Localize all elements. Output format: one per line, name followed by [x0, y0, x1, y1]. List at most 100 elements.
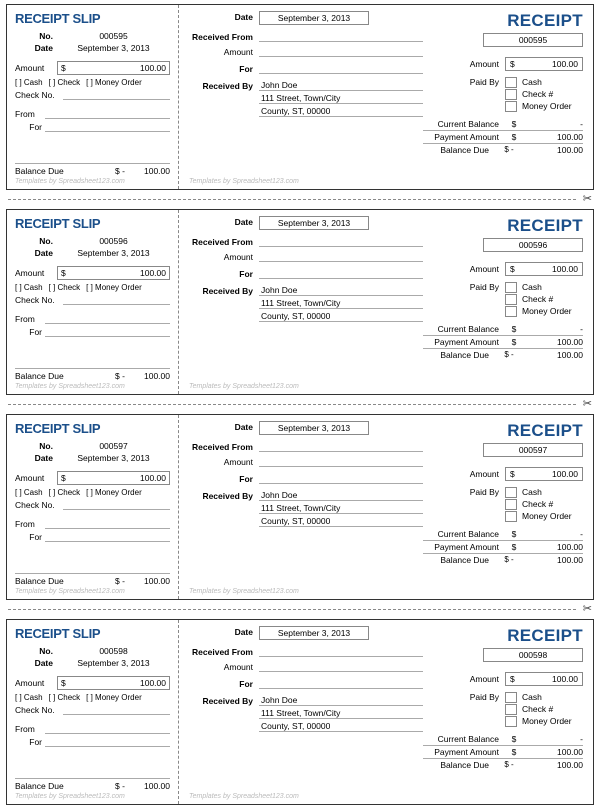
slip-balance-label: Balance Due — [15, 576, 64, 586]
main-recby-label: Received By — [189, 285, 259, 296]
cur-sym: $ — [510, 59, 520, 69]
main-no-value: 000595 — [483, 33, 583, 47]
slip-date-label: Date — [15, 658, 57, 668]
slip-no-label: No. — [15, 236, 57, 246]
slip-title: RECEIPT SLIP — [15, 626, 170, 641]
slip-date-value: September 3, 2013 — [57, 43, 170, 53]
slip-footer: Templates by Spreadsheet123.com — [15, 588, 170, 595]
main-footer: Templates by Spreadsheet123.com — [189, 383, 583, 390]
baldue-value: 100.00 — [523, 145, 583, 155]
paidby-mo-label: Money Order — [522, 511, 583, 522]
payment-amount-row: Payment Amount $ 100.00 — [423, 130, 583, 143]
cur-sym: $ — [510, 264, 520, 274]
main-for-field — [259, 473, 423, 484]
curbal-label: Current Balance — [423, 529, 505, 539]
slip-amount-label: Amount — [15, 63, 57, 73]
slip-amount-value: 100.00 — [73, 63, 166, 73]
main-date-value: September 3, 2013 — [259, 421, 369, 435]
slip-mo-checkbox: [ ] Money Order — [86, 78, 142, 87]
cur-sym3: $ — [505, 542, 523, 552]
currency-symbol: $ — [61, 268, 73, 278]
curbal-value: - — [523, 119, 583, 129]
payamt-value: 100.00 — [523, 542, 583, 552]
main-amount-label: Amount — [189, 456, 259, 467]
paidby-grid: Cash Check # Money Order — [505, 282, 583, 317]
paidby-grid: Cash Check # Money Order — [505, 487, 583, 522]
slip-balance-row: Balance Due $ - 100.00 — [15, 163, 170, 176]
paidby-check-label: Check # — [522, 294, 583, 305]
receipt-block: RECEIPT SLIP No. 000596 Date September 3… — [6, 209, 594, 395]
slip-pay-method: [ ] Cash [ ] Check [ ] Money Order — [15, 78, 170, 87]
baldue-value: 100.00 — [523, 350, 583, 360]
slip-balance-value: 100.00 — [135, 166, 170, 176]
main-for-field — [259, 63, 423, 74]
slip-for-field — [45, 736, 170, 747]
slip-date-label: Date — [15, 453, 57, 463]
main-amount-field — [259, 46, 423, 57]
payamt-label: Payment Amount — [423, 132, 505, 142]
slip-date-label: Date — [15, 43, 57, 53]
payamt-value: 100.00 — [523, 747, 583, 757]
main-amount-r-box: $ 100.00 — [505, 672, 583, 686]
paidby-cash-checkbox — [505, 77, 517, 88]
paidby-mo-label: Money Order — [522, 716, 583, 727]
main-for-label: For — [189, 678, 259, 689]
slip-balance-value: 100.00 — [135, 371, 170, 381]
balance-due-row: Balance Due $ - 100.00 — [423, 348, 583, 361]
main-no-value: 000598 — [483, 648, 583, 662]
slip-for-field — [45, 121, 170, 132]
main-addr1: 111 Street, Town/City — [259, 298, 423, 309]
slip-mo-checkbox: [ ] Money Order — [86, 488, 142, 497]
main-date-value: September 3, 2013 — [259, 216, 369, 230]
receipt-main: Date September 3, 2013 Received From Amo… — [179, 210, 593, 394]
paidby-check-checkbox — [505, 499, 517, 510]
main-date-label: Date — [189, 626, 259, 637]
slip-footer: Templates by Spreadsheet123.com — [15, 383, 170, 390]
slip-checkno-label: Check No. — [15, 500, 63, 510]
main-recby-value: John Doe — [259, 695, 423, 706]
main-recfrom-label: Received From — [189, 31, 259, 42]
slip-amount-box: $ 100.00 — [57, 676, 170, 690]
receipt-main: Date September 3, 2013 Received From Amo… — [179, 415, 593, 599]
paidby-check-label: Check # — [522, 89, 583, 100]
slip-title: RECEIPT SLIP — [15, 216, 170, 231]
paidby-mo-checkbox — [505, 716, 517, 727]
balance-due-row: Balance Due $ - 100.00 — [423, 758, 583, 771]
main-amount-r-value: 100.00 — [520, 59, 578, 69]
main-addr2: County, ST, 00000 — [259, 311, 423, 322]
paidby-grid: Cash Check # Money Order — [505, 692, 583, 727]
slip-no-label: No. — [15, 646, 57, 656]
slip-for-field — [45, 326, 170, 337]
baldue-dash: $ - — [495, 555, 523, 565]
slip-balance-dash: $ - — [115, 576, 135, 586]
slip-pay-method: [ ] Cash [ ] Check [ ] Money Order — [15, 283, 170, 292]
main-amount-label: Amount — [189, 251, 259, 262]
cur-sym2: $ — [505, 734, 523, 744]
slip-date-value: September 3, 2013 — [57, 658, 170, 668]
cur-sym3: $ — [505, 132, 523, 142]
main-addr2: County, ST, 00000 — [259, 721, 423, 732]
slip-balance-label: Balance Due — [15, 781, 64, 791]
main-recfrom-field — [259, 236, 423, 247]
slip-for-label: For — [15, 532, 45, 542]
slip-amount-box: $ 100.00 — [57, 266, 170, 280]
main-amount-field — [259, 456, 423, 467]
slip-checkno-field — [63, 704, 170, 715]
slip-balance-label: Balance Due — [15, 371, 64, 381]
slip-from-label: From — [15, 519, 45, 529]
main-amount-label: Amount — [189, 46, 259, 57]
slip-amount-box: $ 100.00 — [57, 471, 170, 485]
slip-balance-label: Balance Due — [15, 166, 64, 176]
paidby-cash-label: Cash — [522, 77, 583, 88]
main-amount-field — [259, 251, 423, 262]
main-addr1: 111 Street, Town/City — [259, 708, 423, 719]
receipt-slip: RECEIPT SLIP No. 000598 Date September 3… — [7, 620, 179, 804]
receipt-block: RECEIPT SLIP No. 000595 Date September 3… — [6, 4, 594, 190]
paidby-check-checkbox — [505, 89, 517, 100]
main-recfrom-field — [259, 646, 423, 657]
paidby-mo-checkbox — [505, 511, 517, 522]
slip-amount-label: Amount — [15, 678, 57, 688]
main-recfrom-label: Received From — [189, 646, 259, 657]
slip-checkno-field — [63, 499, 170, 510]
paidby-cash-label: Cash — [522, 692, 583, 703]
